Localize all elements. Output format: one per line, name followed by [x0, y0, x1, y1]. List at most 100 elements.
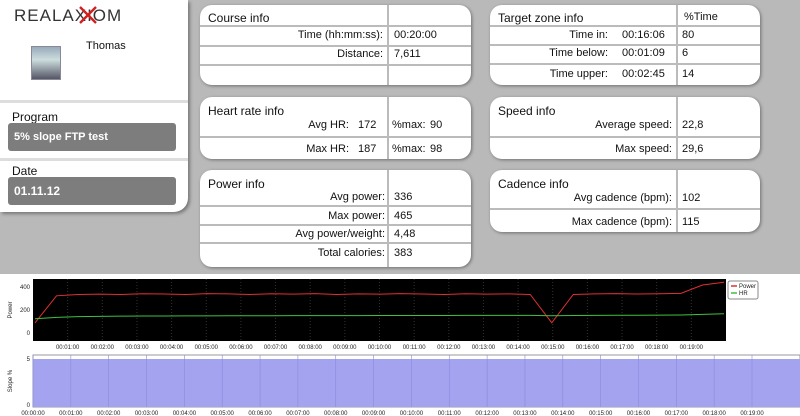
x-tick-label: 00:16:00 — [576, 345, 600, 351]
avg-hr-pct-label: %max: — [392, 119, 426, 131]
max-hr-pct-label: %max: — [392, 143, 426, 155]
average-speed-value: 22,8 — [682, 119, 704, 131]
program-value[interactable]: 5% slope FTP test — [8, 123, 176, 151]
cadence-info-panel: Cadence info Avg cadence (bpm): 102 Max … — [490, 170, 760, 232]
course-time-label: Time (hh:mm:ss): — [297, 29, 383, 41]
time-below-pct: 6 — [682, 47, 689, 59]
x-tick-label: 00:09:00 — [333, 345, 357, 351]
x-tick-label: 00:11:00 — [438, 411, 462, 416]
x-tick-label: 00:15:00 — [541, 345, 565, 351]
max-speed-value: 29,6 — [682, 143, 704, 155]
divider — [0, 158, 188, 161]
power-info-title: Power info — [208, 177, 265, 191]
total-calories-value: 383 — [394, 247, 413, 259]
max-power-value: 465 — [394, 210, 413, 222]
time-upper-label: Time upper: — [549, 68, 608, 80]
x-tick-label: 00:13:00 — [513, 411, 537, 416]
x-tick-label: 00:17:00 — [610, 345, 634, 351]
course-distance-label: Distance: — [337, 48, 383, 60]
x-tick-label: 00:16:00 — [627, 411, 651, 416]
realaxiom-logo: REALAXIOM — [14, 6, 122, 25]
cadence-info-title: Cadence info — [498, 177, 569, 191]
avg-power-value: 336 — [394, 191, 413, 203]
x-tick-label: 00:05:00 — [195, 345, 219, 351]
chart-legend: PowerHR — [727, 280, 759, 300]
program-title: Program — [12, 110, 59, 124]
max-cadence-label: Max cadence (bpm): — [571, 216, 672, 228]
avg-power-weight-label: Avg power/weight: — [295, 228, 385, 240]
target-zone-info-panel: Target zone info %Time Time in: 00:16:06… — [490, 5, 760, 85]
max-cadence-value: 115 — [682, 216, 700, 228]
x-tick-label: 00:01:00 — [56, 345, 80, 351]
time-upper-value: 00:02:45 — [622, 68, 665, 80]
avatar[interactable] — [31, 46, 61, 80]
x-tick-label: 00:12:00 — [437, 345, 461, 351]
x-tick-label: 00:15:00 — [589, 411, 613, 416]
x-tick-label: 00:07:00 — [264, 345, 288, 351]
slope-chart: 00:00:00 00:01:00 00:02:00 00:03:00 00:04:00… — [0, 352, 800, 416]
x-tick-label: 00:10:00 — [368, 345, 392, 351]
avg-hr-value: 172 — [358, 119, 377, 131]
x-tick-label: 00:19:00 — [680, 345, 704, 351]
max-hr-value: 187 — [358, 143, 377, 155]
x-tick-label: 00:11:00 — [403, 345, 427, 351]
target-zone-info-title: Target zone info — [498, 11, 584, 25]
legend-label: Power — [739, 284, 756, 290]
x-tick-label: 00:09:00 — [362, 411, 386, 416]
y-axis-label: Power — [8, 301, 14, 318]
x-tick-label: 00:18:00 — [702, 411, 726, 416]
avg-cadence-value: 102 — [682, 192, 701, 204]
avg-power-weight-value: 4,48 — [394, 228, 416, 240]
x-tick-label: 00:08:00 — [299, 345, 323, 351]
x-tick-label: 00:01:00 — [59, 411, 83, 416]
x-tick-label: 00:05:00 — [211, 411, 235, 416]
x-tick-label: 00:14:00 — [506, 345, 530, 351]
x-tick-label: 00:06:00 — [248, 411, 272, 416]
x-tick-label: 00:14:00 — [551, 411, 575, 416]
course-time-value: 00:20:00 — [394, 29, 437, 41]
x-tick-label: 00:18:00 — [645, 345, 669, 351]
x-tick-label: 00:19:00 — [740, 411, 764, 416]
x-tick-label: 00:12:00 — [475, 411, 499, 416]
time-in-value: 00:16:06 — [622, 29, 665, 41]
average-speed-label: Average speed: — [595, 119, 672, 131]
heart-rate-info-panel: Heart rate info Avg HR: 172 %max: 90 Max… — [200, 97, 471, 159]
time-upper-pct: 14 — [682, 68, 695, 80]
speed-info-title: Speed info — [498, 104, 556, 118]
avg-hr-pct-value: 90 — [430, 119, 443, 131]
max-hr-label: Max HR: — [306, 143, 349, 155]
time-in-pct: 80 — [682, 29, 695, 41]
sidebar: REALAXIOM Thomas Program 5% slope FTP te… — [0, 0, 188, 212]
x-tick-label: 00:08:00 — [324, 411, 348, 416]
slope-chart-svg: 00:00:00 00:01:00 00:02:00 00:03:00 00:04:00… — [8, 354, 800, 416]
x-tick-label: 00:03:00 — [135, 411, 159, 416]
x-tick-label: 00:00:00 — [21, 411, 45, 416]
x-tick-label: 00:04:00 — [173, 411, 197, 416]
y-tick-label: 400 — [20, 285, 31, 291]
x-tick-label: 00:03:00 — [125, 345, 149, 351]
power-info-panel: Power info Avg power: 336 Max power: 465… — [200, 170, 471, 267]
course-distance-value: 7,611 — [394, 48, 421, 60]
course-info-panel: Course info Time (hh:mm:ss): 00:20:00 Di… — [200, 5, 471, 85]
percent-time-header: %Time — [684, 11, 718, 23]
logo-text: REALAXIOM — [14, 6, 122, 25]
y-axis-label: Slope % — [8, 369, 14, 392]
x-tick-label: 00:02:00 — [91, 345, 115, 351]
heart-rate-info-title: Heart rate info — [208, 104, 285, 118]
y-tick-label: 0 — [27, 403, 31, 409]
x-tick-label: 00:13:00 — [472, 345, 496, 351]
time-in-label: Time in: — [569, 29, 608, 41]
date-value[interactable]: 01.11.12 — [8, 177, 176, 205]
course-info-title: Course info — [208, 11, 270, 25]
y-tick-label: 0 — [27, 331, 31, 337]
x-tick-label: 00:02:00 — [97, 411, 121, 416]
x-tick-label: 00:07:00 — [286, 411, 310, 416]
divider — [0, 100, 188, 103]
user-name: Thomas — [86, 40, 126, 52]
avg-cadence-label: Avg cadence (bpm): — [573, 192, 672, 204]
avg-power-label: Avg power: — [330, 191, 385, 203]
avg-hr-label: Avg HR: — [308, 119, 349, 131]
power-hr-chart-svg: 00:01:00 00:02:00 00:03:00 00:04:00 00:05:00… — [8, 279, 759, 351]
date-title: Date — [12, 164, 38, 178]
max-hr-pct-value: 98 — [430, 143, 443, 155]
